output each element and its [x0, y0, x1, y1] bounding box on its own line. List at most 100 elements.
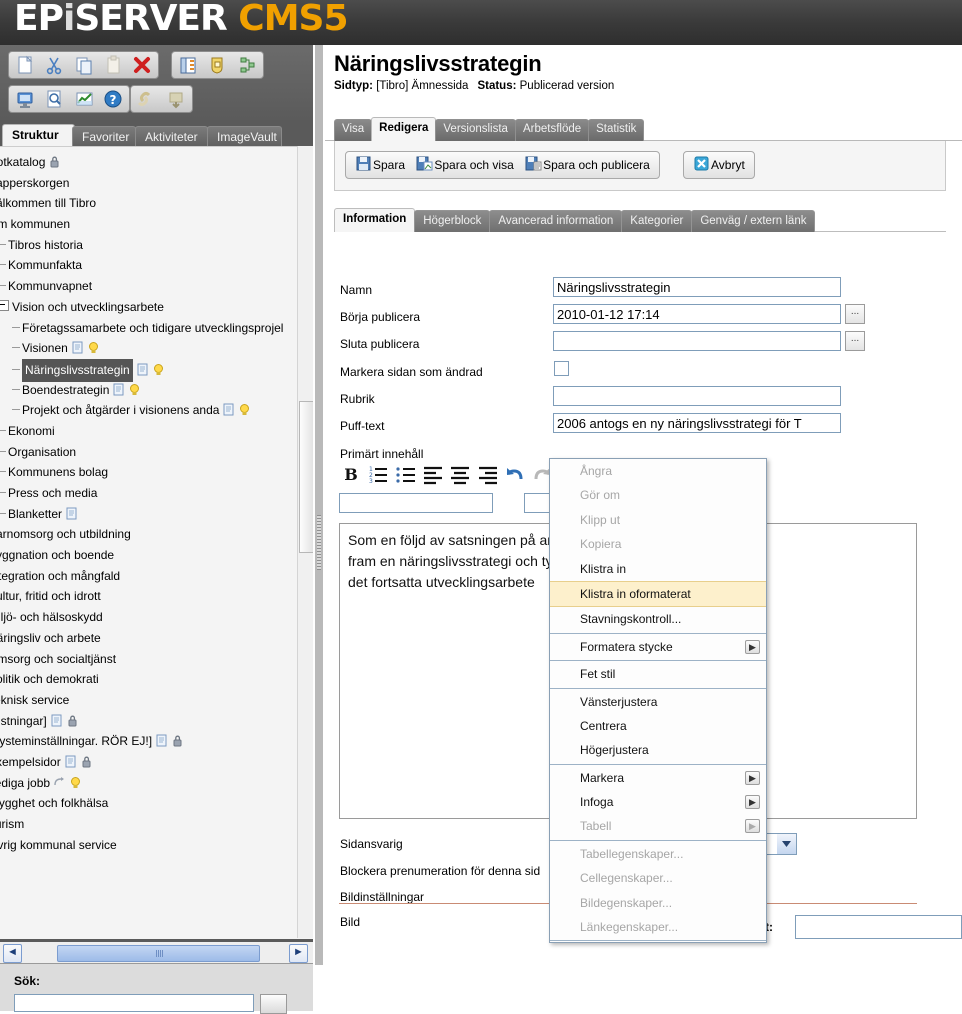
menu-item[interactable]: Fet stil	[550, 662, 766, 686]
delete-icon[interactable]	[131, 54, 153, 76]
tab-favoriter[interactable]: Favoriter	[72, 126, 136, 147]
tree-node[interactable]: Boendestrategin	[0, 380, 306, 401]
subtab-genvag-extern-lank[interactable]: Genväg / extern länk	[691, 210, 816, 232]
tree-node[interactable]: [Systeminställningar. RÖR EJ!]	[0, 731, 306, 752]
menu-item[interactable]: Infoga ▶	[550, 790, 766, 814]
tree-node[interactable]: Teknisk service	[0, 690, 306, 711]
ordered-list-icon[interactable]: 123	[366, 462, 390, 486]
chevron-down-icon[interactable]	[777, 834, 796, 854]
tree-node[interactable]: Kommunvapnet	[0, 276, 306, 297]
unordered-list-icon[interactable]	[394, 462, 418, 486]
tree-node[interactable]: Papperskorgen	[0, 173, 306, 194]
tab-struktur[interactable]: Struktur	[2, 124, 75, 147]
tree-node[interactable]: Byggnation och boende	[0, 545, 306, 566]
save-button[interactable]: Spara	[351, 154, 409, 176]
align-right-icon[interactable]	[476, 462, 500, 486]
tree-node[interactable]: Integration och mångfald	[0, 566, 306, 587]
menu-item[interactable]: Högerjustera	[550, 738, 766, 762]
scroll-right-button[interactable]: ►	[289, 944, 308, 963]
page-tree[interactable]: Rotkatalog Papperskorgen Välkommen till Ti…	[0, 146, 313, 939]
tree-expander-icon[interactable]	[0, 299, 9, 311]
sluta-publicera-input[interactable]	[553, 331, 841, 351]
borja-publicera-picker-button[interactable]: ...	[845, 304, 865, 324]
tree-node[interactable]: Visionen	[0, 338, 306, 359]
tree-node[interactable]: Lediga jobb	[0, 773, 306, 794]
bild-input[interactable]	[795, 915, 962, 939]
copy-icon[interactable]	[73, 54, 95, 76]
tree-node[interactable]: Exempelsidor	[0, 752, 306, 773]
chevron-right-icon[interactable]: ▶	[745, 639, 760, 654]
tree-node[interactable]: Näringsliv och arbete	[0, 628, 306, 649]
tree-node[interactable]: Företagssamarbete och tidigare utvecklin…	[0, 318, 306, 339]
menu-item[interactable]: Formatera stycke ▶	[550, 635, 766, 659]
editor-style-select[interactable]	[339, 493, 493, 513]
tree-node[interactable]: Barnomsorg och utbildning	[0, 524, 306, 545]
tree-node[interactable]: Tibros historia	[0, 235, 306, 256]
tree-horizontal-scroll-thumb[interactable]	[57, 945, 260, 962]
save-and-view-button[interactable]: Spara och visa	[412, 154, 517, 176]
editor-context-menu[interactable]: Ångra Gör om Klipp ut Kopiera Klistra in Klis…	[549, 458, 767, 944]
tab-redigera[interactable]: Redigera	[371, 117, 437, 141]
sort-icon[interactable]	[236, 54, 258, 76]
tree-vertical-scrollbar[interactable]	[297, 146, 314, 938]
save-and-publish-button[interactable]: Spara och publicera	[521, 154, 654, 176]
tab-arbetsflode[interactable]: Arbetsflöde	[514, 119, 590, 141]
splitter-grip[interactable]	[317, 515, 321, 570]
puff-text-input[interactable]: 2006 antogs en ny näringslivsstrategi fö…	[553, 413, 841, 433]
tree-node[interactable]: Projekt och åtgärder i visionens anda	[0, 400, 306, 421]
sluta-publicera-picker-button[interactable]: ...	[845, 331, 865, 351]
tree-horizontal-scrollbar[interactable]: ◄ ►	[0, 942, 313, 963]
scroll-left-button[interactable]: ◄	[3, 944, 22, 963]
tree-node[interactable]: Vision och utvecklingsarbete	[0, 297, 306, 318]
tree-node[interactable]: Välkommen till Tibro	[0, 193, 306, 214]
menu-item[interactable]: Klistra in oformaterat	[550, 580, 766, 608]
menu-item[interactable]: Vänsterjustera	[550, 690, 766, 714]
new-page-icon[interactable]	[14, 54, 36, 76]
tab-statistik[interactable]: Statistik	[588, 119, 645, 141]
align-center-icon[interactable]	[448, 462, 472, 486]
align-left-icon[interactable]	[421, 462, 445, 486]
tree-node[interactable]: Organisation	[0, 442, 306, 463]
tab-visa[interactable]: Visa	[334, 119, 373, 141]
tree-node[interactable]: Press och media	[0, 483, 306, 504]
chevron-right-icon[interactable]: ▶	[745, 819, 760, 834]
undo-icon[interactable]	[503, 462, 527, 486]
tree-node[interactable]: Omsorg och socialtjänst	[0, 649, 306, 670]
cancel-button[interactable]: Avbryt	[689, 154, 749, 176]
search-button[interactable]	[260, 994, 287, 1014]
tree-node[interactable]: Om kommunen	[0, 214, 306, 235]
shield-icon[interactable]	[206, 54, 228, 76]
tree-node[interactable]: Miljö- och hälsoskydd	[0, 607, 306, 628]
tree-node[interactable]: Ekonomi	[0, 421, 306, 442]
menu-item[interactable]: Markera ▶	[550, 766, 766, 790]
tab-imagevault[interactable]: ImageVault	[207, 126, 282, 147]
tree-node[interactable]: Kommunfakta	[0, 255, 306, 276]
preview-icon[interactable]	[14, 88, 36, 110]
tree-node[interactable]: Trygghet och folkhälsa	[0, 793, 306, 814]
tree-node[interactable]: Övrig kommunal service	[0, 835, 306, 856]
tree-node[interactable]: [Listningar]	[0, 711, 306, 732]
menu-item[interactable]: Centrera	[550, 714, 766, 738]
tree-vertical-scroll-thumb[interactable]	[299, 401, 314, 553]
tree-node[interactable]: Näringslivsstrategin	[0, 358, 306, 382]
bold-icon[interactable]: B	[339, 462, 363, 486]
tree-node[interactable]: Kultur, fritid och idrott	[0, 586, 306, 607]
tab-aktiviteter[interactable]: Aktiviteter	[135, 126, 208, 147]
tab-versionslista[interactable]: Versionslista	[435, 119, 516, 141]
namn-input[interactable]: Näringslivsstrategin	[553, 277, 841, 297]
columns-icon[interactable]	[177, 54, 199, 76]
markera-sidan-checkbox[interactable]	[554, 361, 569, 376]
subtab-hogerblock[interactable]: Högerblock	[414, 210, 491, 232]
tree-node[interactable]: Blanketter	[0, 504, 306, 525]
tree-node[interactable]: Kommunens bolag	[0, 462, 306, 483]
subtab-avancerad-information[interactable]: Avancerad information	[489, 210, 623, 232]
chart-icon[interactable]	[73, 88, 95, 110]
pane-splitter[interactable]	[313, 45, 325, 965]
menu-item[interactable]: Stavningskontroll...	[550, 607, 766, 631]
menu-item[interactable]: Klistra in	[550, 557, 766, 581]
chevron-right-icon[interactable]: ▶	[745, 795, 760, 810]
borja-publicera-input[interactable]: 2010-01-12 17:14	[553, 304, 841, 324]
chevron-right-icon[interactable]: ▶	[745, 770, 760, 785]
help-icon[interactable]: ?	[102, 88, 124, 110]
rubrik-input[interactable]	[553, 386, 841, 406]
